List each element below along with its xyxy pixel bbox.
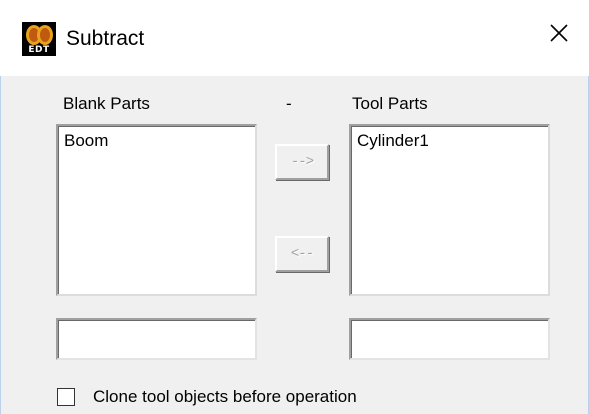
clone-tool-label[interactable]: Clone tool objects before operation [93, 387, 357, 407]
close-icon [550, 24, 568, 42]
tool-parts-label: Tool Parts [352, 94, 428, 113]
blank-parts-label: Blank Parts [63, 94, 150, 113]
clone-tool-checkbox[interactable] [57, 388, 75, 406]
dialog-body: Blank Parts - Tool Parts Boom Cylinder1 … [0, 76, 589, 414]
blank-parts-list[interactable]: Boom [56, 124, 257, 296]
list-item-cylinder1[interactable]: Cylinder1 [357, 130, 429, 152]
move-to-blank-button[interactable]: <-- [275, 236, 329, 272]
title-bar: EDT Subtract [0, 0, 589, 76]
tool-parts-input[interactable] [349, 318, 550, 360]
edt-app-icon[interactable]: EDT [22, 22, 56, 56]
window-title: Subtract [66, 27, 145, 50]
move-to-tool-button[interactable]: --> [275, 144, 329, 180]
tool-parts-list[interactable]: Cylinder1 [349, 124, 550, 296]
blank-parts-input[interactable] [56, 318, 257, 360]
app-icon-ring-right [37, 25, 53, 45]
app-icon-label: EDT [28, 45, 50, 55]
list-item-boom[interactable]: Boom [64, 130, 108, 152]
close-button[interactable] [529, 0, 589, 66]
separator-label: - [286, 94, 292, 113]
